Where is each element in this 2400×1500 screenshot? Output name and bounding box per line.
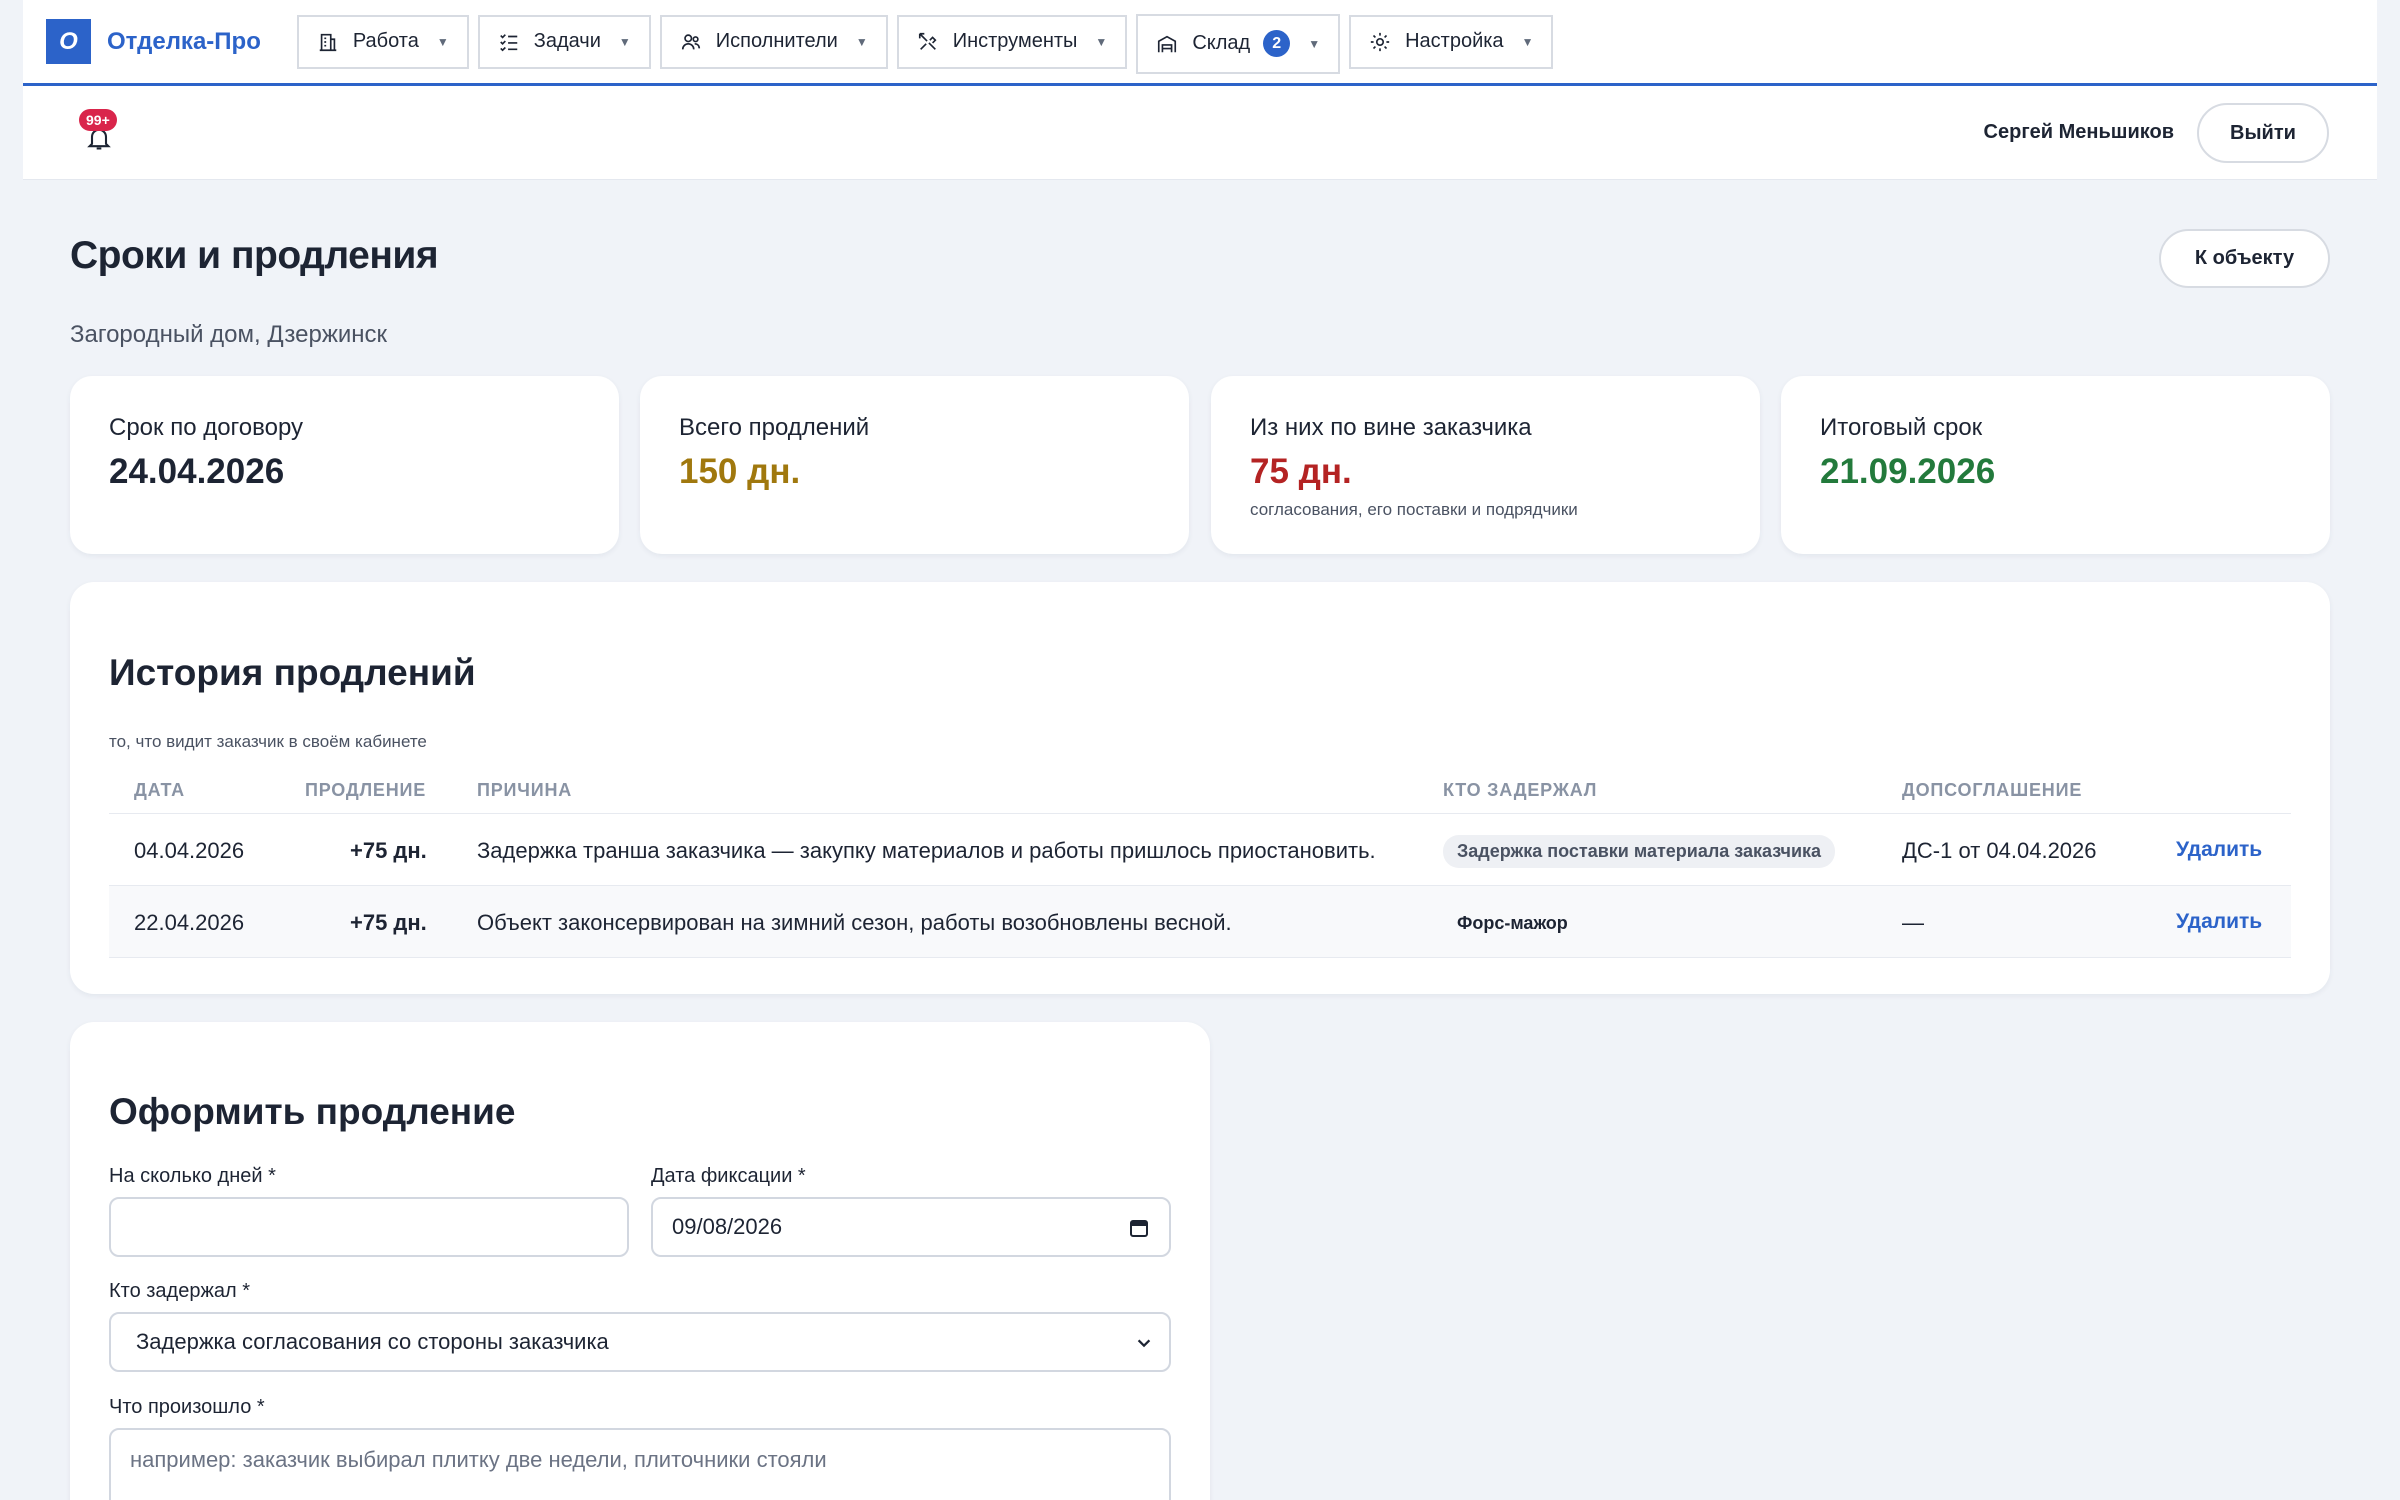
days-input[interactable] xyxy=(109,1197,629,1257)
stat-value: 75 дн. xyxy=(1250,452,1352,491)
row-extension: +75 дн. xyxy=(350,910,427,935)
nav-settings-button[interactable]: Настройка ▼ xyxy=(1349,14,1554,69)
nav-work-label: Работа xyxy=(352,30,419,52)
column-who: КТО ЗАДЕРЖАЛ xyxy=(1443,780,1598,800)
top-navigation: О Отделка-Про Работа ▼ Задачи ▼ Исполнит… xyxy=(23,0,2377,86)
history-subtitle: то, что видит заказчик в своём кабинете xyxy=(109,732,427,751)
row-who-chip: Форс-мажор xyxy=(1457,913,1568,933)
nav-warehouse-label: Склад xyxy=(1192,32,1251,54)
table-header: ДАТА ПРОДЛЕНИЕ ПРИЧИНА КТО ЗАДЕРЖАЛ ДОПС… xyxy=(109,770,2291,814)
notifications-button[interactable]: 99+ xyxy=(79,109,119,153)
what-happened-textarea[interactable]: например: заказчик выбирал плитку две не… xyxy=(109,1428,1171,1500)
nav-settings-label: Настройка xyxy=(1405,30,1504,52)
chevron-down-icon: ▼ xyxy=(855,34,868,49)
nav-performers-button[interactable]: Исполнители ▼ xyxy=(659,14,888,69)
stat-value: 150 дн. xyxy=(679,452,801,491)
column-reason: ПРИЧИНА xyxy=(477,780,573,800)
nav-tools-label: Инструменты xyxy=(952,30,1078,52)
user-name: Сергей Меньшиков xyxy=(1983,121,2174,143)
nav-work-button[interactable]: Работа ▼ xyxy=(296,14,469,69)
stat-label: Из них по вине заказчика xyxy=(1250,414,1532,441)
column-extension: ПРОДЛЕНИЕ xyxy=(305,780,427,800)
warehouse-icon xyxy=(1156,33,1178,55)
back-to-object-button[interactable]: К объекту xyxy=(2159,229,2330,288)
date-label: Дата фиксации * xyxy=(651,1165,806,1187)
chevron-down-icon: ▼ xyxy=(1521,34,1534,49)
who-delayed-label: Кто задержал * xyxy=(109,1280,250,1302)
logo-mark: О xyxy=(46,19,91,64)
calendar-icon[interactable] xyxy=(1129,1218,1149,1238)
stat-total-extensions: Всего продлений 150 дн. xyxy=(640,376,1189,554)
tools-icon xyxy=(917,31,939,53)
who-delayed-select[interactable]: Задержка согласования со стороны заказчи… xyxy=(109,1312,1171,1372)
page-title: Сроки и продления xyxy=(70,234,439,277)
row-who-chip: Задержка поставки материала заказчика xyxy=(1443,835,1836,868)
new-extension-form: Оформить продление На сколько дней * Дат… xyxy=(70,1022,1210,1500)
app-shell: О Отделка-Про Работа ▼ Задачи ▼ Исполнит… xyxy=(23,0,2377,180)
page-subtitle: Загородный дом, Дзержинск xyxy=(70,321,388,348)
history-table: ДАТА ПРОДЛЕНИЕ ПРИЧИНА КТО ЗАДЕРЖАЛ ДОПС… xyxy=(109,770,2291,958)
nav-tasks-button[interactable]: Задачи ▼ xyxy=(477,14,651,69)
app-name: Отделка-Про xyxy=(107,27,261,55)
notifications-badge: 99+ xyxy=(79,109,117,131)
checklist-icon xyxy=(498,31,520,53)
logout-button[interactable]: Выйти xyxy=(2197,103,2329,163)
building-icon xyxy=(317,31,339,53)
stat-final-deadline: Итоговый срок 21.09.2026 xyxy=(1781,376,2330,554)
form-title: Оформить продление xyxy=(109,1091,516,1132)
row-date: 04.04.2026 xyxy=(134,838,245,863)
date-value: 09/08/2026 xyxy=(672,1214,783,1239)
row-agreement: ДС-1 от 04.04.2026 xyxy=(1902,838,2097,863)
extension-history-panel: История продлений то, что видит заказчик… xyxy=(70,582,2330,994)
stat-value: 24.04.2026 xyxy=(109,452,285,491)
nav-warehouse-button[interactable]: Склад 2 ▼ xyxy=(1136,13,1341,74)
days-label: На сколько дней * xyxy=(109,1165,276,1187)
stat-label: Всего продлений xyxy=(679,414,870,441)
users-icon xyxy=(680,31,702,53)
chevron-down-icon: ▼ xyxy=(1095,34,1108,49)
stat-value: 21.09.2026 xyxy=(1820,452,1996,491)
chevron-down-icon: ▼ xyxy=(618,34,631,49)
who-delayed-value: Задержка согласования со стороны заказчи… xyxy=(136,1329,609,1354)
table-row: 22.04.2026 +75 дн. Объект законсервирова… xyxy=(109,886,2291,958)
stat-customer-fault: Из них по вине заказчика 75 дн. согласов… xyxy=(1211,376,1760,554)
nav-tools-button[interactable]: Инструменты ▼ xyxy=(896,14,1128,69)
nav-performers-label: Исполнители xyxy=(715,30,838,52)
row-date: 22.04.2026 xyxy=(134,910,245,935)
delete-row-button[interactable]: Удалить xyxy=(2176,910,2262,934)
stat-label: Итоговый срок xyxy=(1820,414,1983,441)
column-agreement: ДОПСОГЛАШЕНИЕ xyxy=(1902,780,2083,800)
table-row: 04.04.2026 +75 дн. Задержка транша заказ… xyxy=(109,814,2291,886)
delete-row-button[interactable]: Удалить xyxy=(2176,838,2262,862)
chevron-down-icon: ▼ xyxy=(436,34,449,49)
gear-icon xyxy=(1369,31,1391,53)
row-extension: +75 дн. xyxy=(350,838,427,863)
what-happened-label: Что произошло * xyxy=(109,1396,265,1418)
column-date: ДАТА xyxy=(134,780,185,800)
user-bar: 99+ Сергей Меньшиков Выйти xyxy=(23,89,2377,180)
stat-contract-deadline: Срок по договору 24.04.2026 xyxy=(70,376,619,554)
date-input[interactable]: 09/08/2026 xyxy=(651,1197,1171,1257)
stat-note: согласования, его поставки и подрядчики xyxy=(1250,500,1578,519)
nav-tasks-label: Задачи xyxy=(533,30,601,52)
row-agreement: — xyxy=(1902,910,1924,935)
chevron-down-icon: ▼ xyxy=(1308,36,1321,51)
chevron-down-icon xyxy=(1137,1339,1151,1348)
warehouse-count-badge: 2 xyxy=(1263,30,1291,57)
history-title: История продлений xyxy=(109,652,476,693)
row-reason: Объект законсервирован на зимний сезон, … xyxy=(477,910,1232,935)
app-logo[interactable]: О Отделка-Про xyxy=(46,19,261,64)
row-reason: Задержка транша заказчика — закупку мате… xyxy=(477,838,1376,863)
stat-label: Срок по договору xyxy=(109,414,304,441)
